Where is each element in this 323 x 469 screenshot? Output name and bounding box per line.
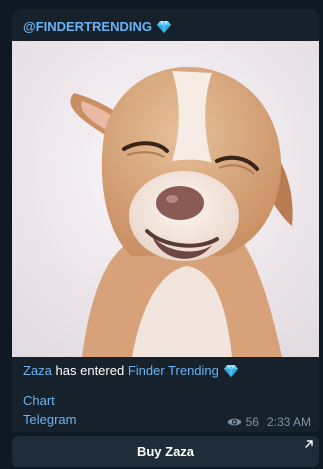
- telegram-link[interactable]: Telegram: [23, 410, 76, 429]
- channel-name-label: @FINDERTRENDING: [23, 19, 152, 34]
- post-meta: 56 2:33 AM: [227, 415, 311, 429]
- trending-list-link[interactable]: Finder Trending: [128, 363, 219, 378]
- buy-button-label: Buy Zaza: [136, 444, 195, 459]
- external-link-arrow-icon: [305, 440, 313, 448]
- diamond-icon: [156, 20, 171, 33]
- eye-icon: [227, 418, 242, 426]
- view-count: 56: [245, 415, 259, 429]
- channel-post: @FINDERTRENDING Zaza has entered Finder …: [12, 9, 319, 432]
- post-text-middle: has entered: [55, 363, 125, 378]
- post-photo[interactable]: [12, 41, 319, 357]
- post-time: 2:33 AM: [266, 415, 311, 429]
- channel-name[interactable]: @FINDERTRENDING: [23, 19, 171, 34]
- post-links: Chart Telegram: [23, 391, 76, 429]
- diamond-icon: [223, 364, 238, 377]
- chart-link[interactable]: Chart: [23, 391, 76, 410]
- post-text: Zaza has entered Finder Trending: [23, 363, 238, 378]
- buy-button[interactable]: Buy Zaza: [12, 436, 319, 467]
- token-link[interactable]: Zaza: [23, 363, 52, 378]
